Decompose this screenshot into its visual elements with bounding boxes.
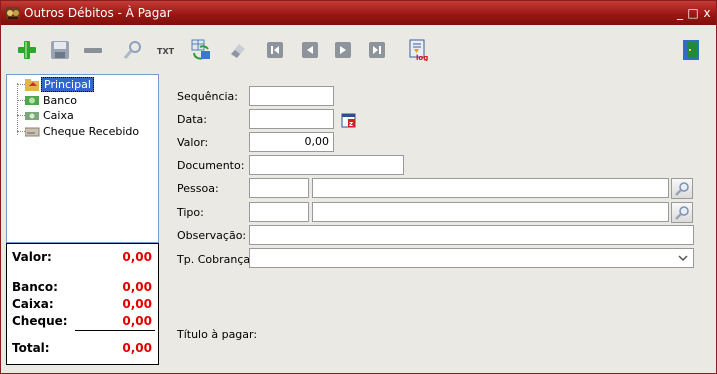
search-icon bbox=[123, 41, 141, 59]
log-button[interactable]: log bbox=[407, 39, 429, 61]
first-record-button[interactable] bbox=[264, 39, 286, 61]
tree-item-label[interactable]: Cheque Recebido bbox=[41, 124, 141, 139]
refresh-grid-icon bbox=[191, 39, 210, 60]
toolbar: TXT log bbox=[2, 25, 715, 73]
tp-cobranca-label: Tp. Cobrança: bbox=[177, 253, 254, 266]
tree-item-label[interactable]: Caixa bbox=[41, 108, 76, 123]
prev-record-icon bbox=[302, 42, 318, 58]
tree-branch bbox=[17, 115, 25, 116]
txt-export-button[interactable]: TXT bbox=[156, 39, 178, 61]
add-icon bbox=[18, 41, 36, 59]
tree-connector-line bbox=[17, 83, 18, 135]
title-bar[interactable]: Outros Débitos - À Pagar _ □ x bbox=[1, 1, 716, 25]
tree-item-label[interactable]: Principal bbox=[41, 77, 94, 92]
observacao-label: Observação: bbox=[177, 229, 247, 242]
restore-button[interactable]: □ bbox=[686, 6, 700, 20]
form-panel: Sequência: Data: z Valor: 0,00 Documento… bbox=[161, 74, 713, 366]
totals-divider bbox=[75, 330, 155, 331]
valor-field[interactable]: 0,00 bbox=[249, 132, 334, 152]
data-label: Data: bbox=[177, 113, 207, 126]
cheque-icon bbox=[24, 125, 40, 138]
tipo-name-field[interactable] bbox=[312, 202, 669, 222]
last-record-button[interactable] bbox=[366, 39, 388, 61]
pessoa-name-field[interactable] bbox=[312, 178, 669, 198]
folder-home-icon bbox=[25, 78, 40, 91]
add-button[interactable] bbox=[16, 39, 38, 61]
total-value: 0,00 bbox=[122, 341, 152, 355]
next-record-icon bbox=[335, 42, 351, 58]
svg-text:TXT: TXT bbox=[157, 47, 175, 56]
search-icon bbox=[675, 181, 689, 196]
total-cheque-value: 0,00 bbox=[122, 314, 152, 328]
search-button[interactable] bbox=[122, 39, 144, 61]
refresh-grid-button[interactable] bbox=[190, 39, 212, 61]
search-icon bbox=[675, 205, 689, 220]
observacao-field[interactable] bbox=[249, 225, 694, 245]
last-record-icon bbox=[369, 42, 385, 58]
tipo-lookup-button[interactable] bbox=[671, 202, 693, 223]
total-cheque-label: Cheque: bbox=[12, 314, 68, 328]
pessoa-label: Pessoa: bbox=[177, 182, 219, 195]
save-icon bbox=[51, 41, 69, 59]
documento-field[interactable] bbox=[249, 155, 404, 175]
save-button[interactable] bbox=[49, 39, 71, 61]
sequencia-label: Sequência: bbox=[177, 90, 238, 103]
minimize-button[interactable]: _ bbox=[673, 6, 687, 20]
first-record-icon bbox=[267, 42, 283, 58]
pessoa-code-field[interactable] bbox=[249, 178, 309, 198]
svg-text:z: z bbox=[349, 120, 353, 128]
total-valor-label: Valor: bbox=[12, 250, 52, 264]
pessoa-lookup-button[interactable] bbox=[671, 178, 693, 199]
tree-item-label[interactable]: Banco bbox=[41, 93, 79, 108]
titulo-a-pagar-label: Título à pagar: bbox=[177, 328, 258, 341]
eraser-button[interactable] bbox=[226, 39, 248, 61]
tipo-label: Tipo: bbox=[177, 206, 204, 219]
cash-icon bbox=[25, 109, 40, 122]
exit-button[interactable] bbox=[680, 39, 702, 61]
next-record-button[interactable] bbox=[332, 39, 354, 61]
app-logo-icon bbox=[5, 5, 21, 21]
txt-export-icon: TXT bbox=[157, 47, 175, 56]
total-label: Total: bbox=[12, 341, 50, 355]
total-banco-value: 0,00 bbox=[122, 280, 152, 294]
log-icon: log bbox=[409, 39, 428, 61]
remove-icon bbox=[84, 48, 102, 53]
tipo-code-field[interactable] bbox=[249, 202, 309, 222]
money-bank-icon bbox=[25, 94, 40, 107]
calendar-icon[interactable]: z bbox=[341, 112, 357, 128]
remove-button[interactable] bbox=[82, 39, 104, 61]
window-title: Outros Débitos - À Pagar bbox=[24, 6, 172, 20]
total-banco-label: Banco: bbox=[12, 280, 58, 294]
eraser-icon bbox=[231, 44, 245, 58]
sequencia-field[interactable] bbox=[249, 86, 334, 106]
chevron-down-icon[interactable] bbox=[677, 252, 689, 264]
tree-branch bbox=[17, 100, 25, 101]
total-caixa-label: Caixa: bbox=[12, 297, 54, 311]
outros-debitos-window: Outros Débitos - À Pagar _ □ x TXT log P… bbox=[0, 0, 717, 374]
tree-branch bbox=[17, 131, 25, 132]
svg-text:log: log bbox=[416, 54, 428, 61]
close-button[interactable]: x bbox=[700, 6, 714, 20]
prev-record-button[interactable] bbox=[299, 39, 321, 61]
documento-label: Documento: bbox=[177, 159, 245, 172]
totals-panel: Valor: 0,00 Banco: 0,00 Caixa: 0,00 Cheq… bbox=[6, 243, 159, 365]
tree-branch bbox=[17, 84, 25, 85]
tp-cobranca-select[interactable] bbox=[249, 248, 694, 268]
total-valor-value: 0,00 bbox=[122, 250, 152, 264]
valor-label: Valor: bbox=[177, 136, 209, 149]
navigation-tree: Principal Banco Caixa Cheque Recebido bbox=[6, 74, 159, 243]
total-caixa-value: 0,00 bbox=[122, 297, 152, 311]
data-field[interactable] bbox=[249, 109, 334, 129]
exit-door-icon bbox=[683, 40, 699, 60]
